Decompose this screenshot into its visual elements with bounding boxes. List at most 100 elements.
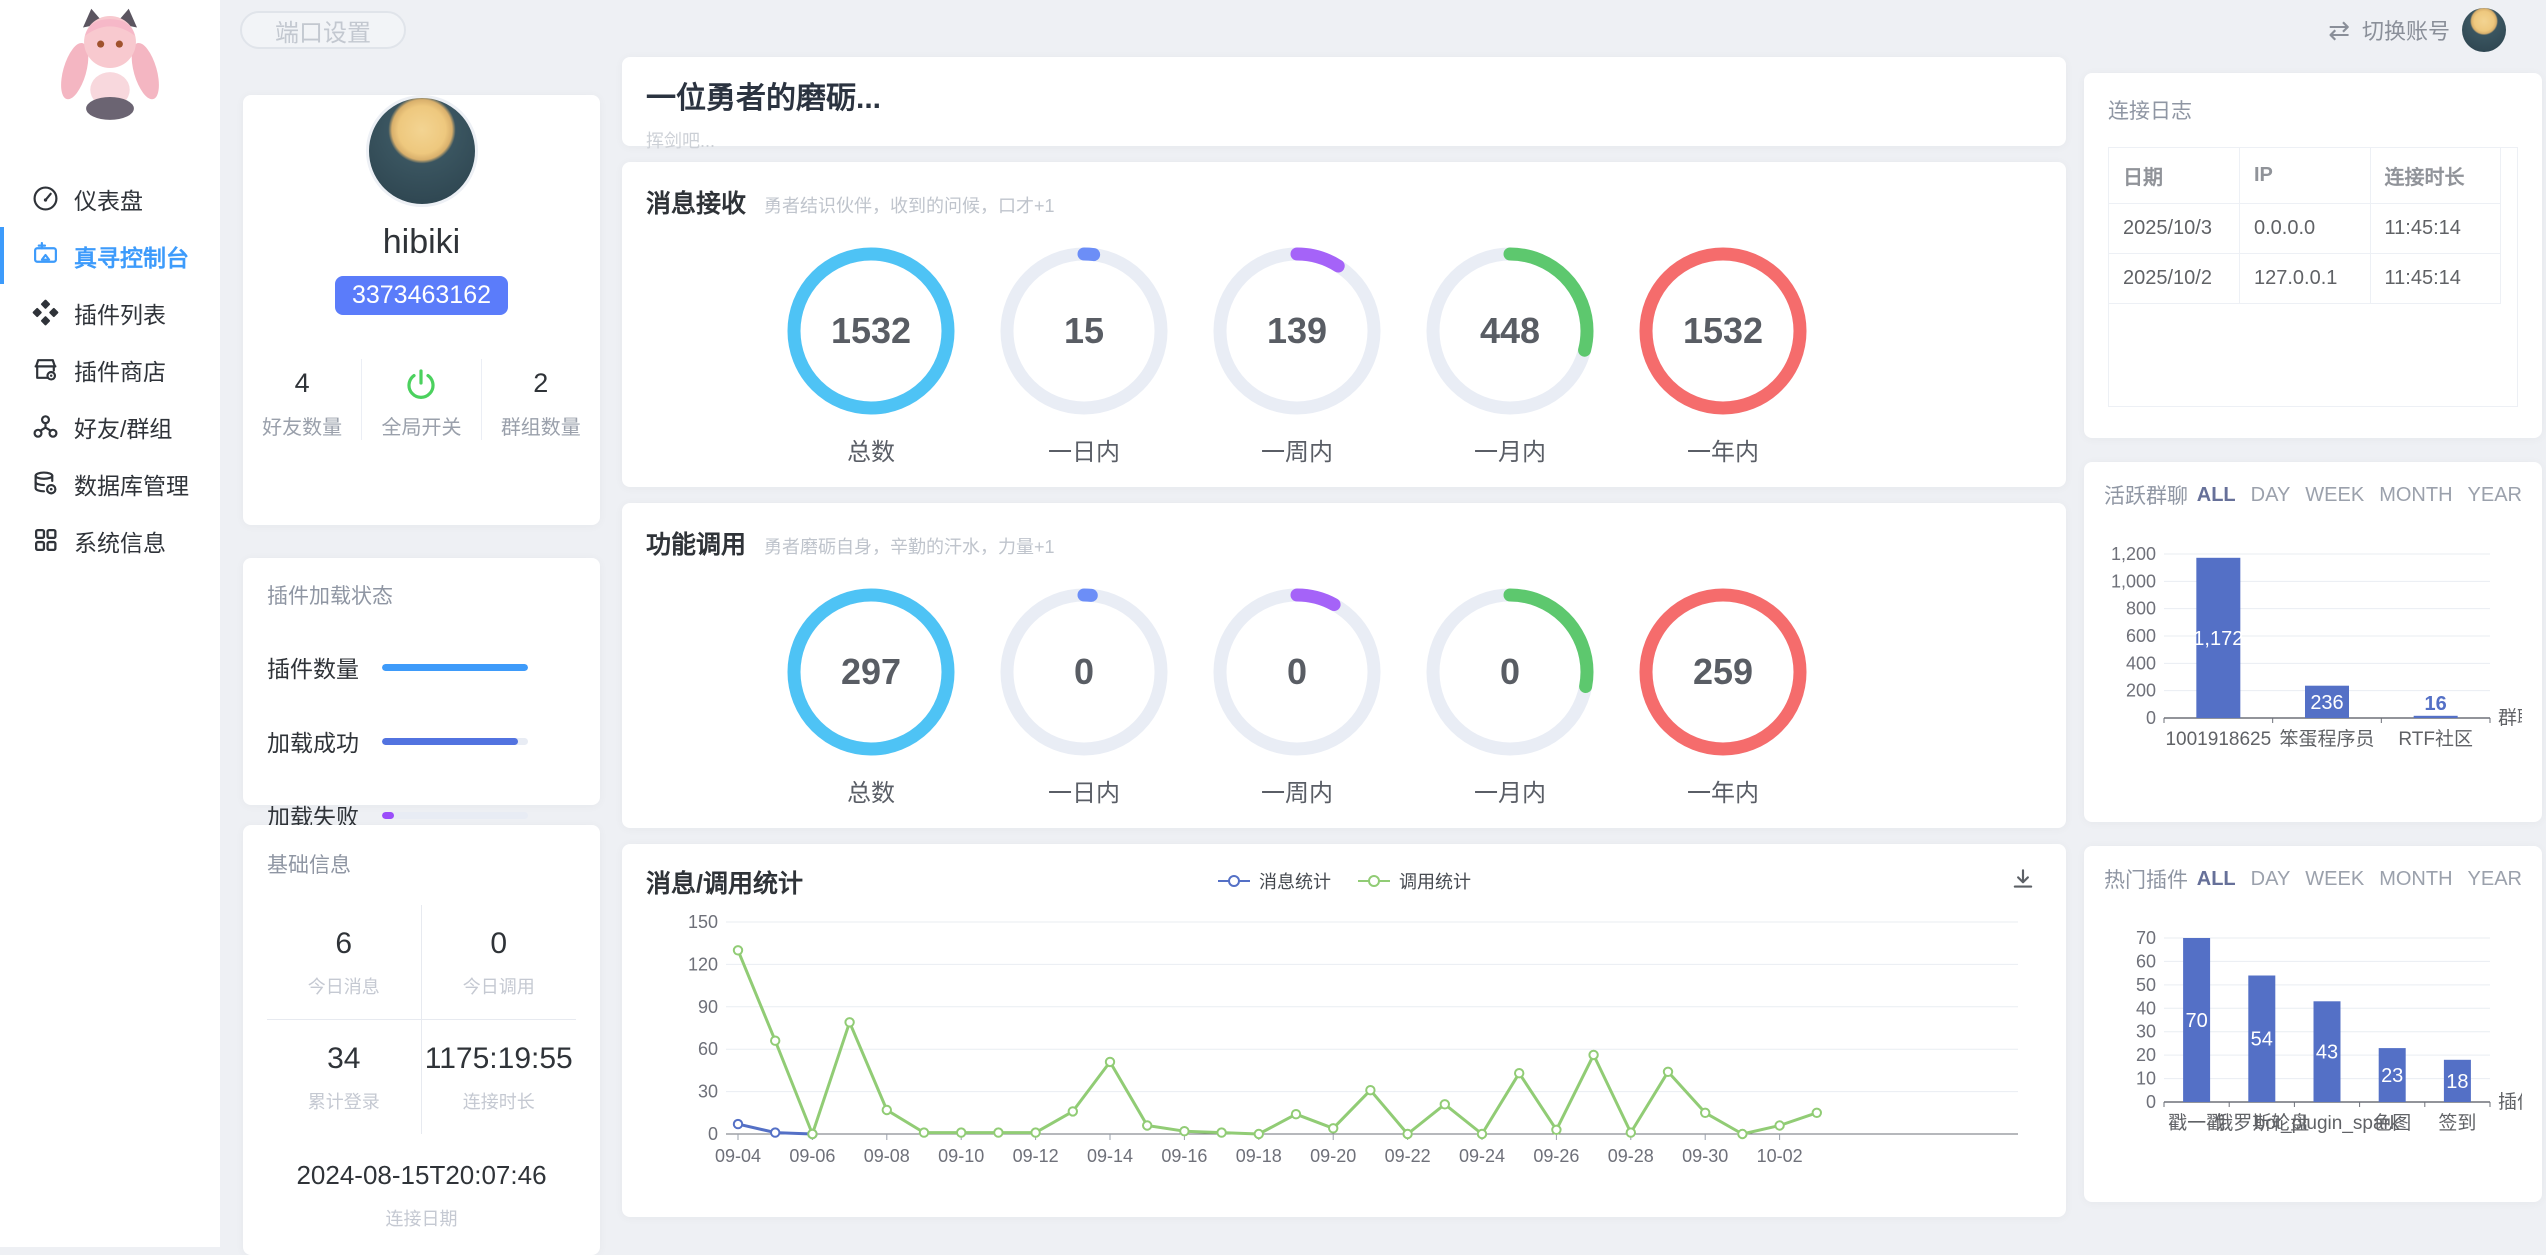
svg-text:0: 0 xyxy=(2146,708,2156,728)
sidebar-item-label: 数据库管理 xyxy=(74,467,189,501)
range-tab-week[interactable]: WEEK xyxy=(2305,484,2364,507)
profile-stat: 4 好友数量 xyxy=(243,359,361,440)
svg-text:50: 50 xyxy=(2136,975,2156,995)
connection-log-title: 连接日志 xyxy=(2108,95,2518,125)
basic-info-title: 基础信息 xyxy=(267,849,576,879)
svg-text:120: 120 xyxy=(688,954,718,974)
log-table-row: 2025/10/2127.0.0.111:45:14 xyxy=(2109,254,2501,304)
circle-value: 139 xyxy=(1212,246,1382,416)
legend-item[interactable]: 消息统计 xyxy=(1217,868,1331,894)
page-header-card: 一位勇者的磨砺... 挥剑吧... xyxy=(622,57,2066,146)
stat-value: 4 xyxy=(243,363,361,403)
sidebar-item-label: 好友/群组 xyxy=(74,410,172,444)
svg-text:09-10: 09-10 xyxy=(938,1146,984,1166)
progress-track xyxy=(382,738,528,745)
svg-text:70: 70 xyxy=(2136,928,2156,948)
svg-text:30: 30 xyxy=(698,1082,718,1102)
line-chart-plot: 030609012015009-0409-0609-0809-1009-1209… xyxy=(646,904,2042,1209)
power-icon[interactable] xyxy=(362,363,480,403)
range-tab-year[interactable]: YEAR xyxy=(2468,868,2522,891)
profile-avatar[interactable] xyxy=(366,95,478,207)
progress-circle: 1532一年内 xyxy=(1633,246,1813,467)
sidebar-item-label: 真寻控制台 xyxy=(74,239,189,273)
progress-fill xyxy=(382,812,394,819)
log-table-row: 2025/10/30.0.0.011:45:14 xyxy=(2109,204,2501,254)
svg-text:09-14: 09-14 xyxy=(1087,1146,1133,1166)
svg-text:0: 0 xyxy=(708,1124,718,1144)
range-tab-day[interactable]: DAY xyxy=(2251,868,2291,891)
range-tab-all[interactable]: ALL xyxy=(2197,484,2236,507)
sidebar-item-插件商店[interactable]: 插件商店 xyxy=(0,341,220,398)
svg-text:09-04: 09-04 xyxy=(715,1146,761,1166)
range-tab-week[interactable]: WEEK xyxy=(2305,868,2364,891)
active-groups-plot: 02004006008001,0001,2001,172100191862523… xyxy=(2104,510,2522,787)
svg-text:1001918625: 1001918625 xyxy=(2165,729,2271,750)
svg-text:1,000: 1,000 xyxy=(2111,571,2156,591)
friends-icon xyxy=(32,413,59,440)
svg-text:群聊: 群聊 xyxy=(2498,707,2522,729)
log-cell: 11:45:14 xyxy=(2370,254,2501,304)
plugin-row-label: 加载成功 xyxy=(267,724,359,758)
sidebar-item-系统信息[interactable]: 系统信息 xyxy=(0,512,220,569)
log-cell: 127.0.0.1 xyxy=(2240,254,2371,304)
range-tab-year[interactable]: YEAR xyxy=(2468,484,2522,507)
stat-label: 好友数量 xyxy=(243,411,361,440)
svg-text:签到: 签到 xyxy=(2438,1112,2476,1134)
download-icon[interactable] xyxy=(2010,866,2036,897)
svg-text:16: 16 xyxy=(2425,693,2447,715)
basic-info-value: 34 xyxy=(267,1042,421,1076)
circle-label: 一年内 xyxy=(1633,773,1813,808)
sidebar-item-仪表盘[interactable]: 仪表盘 xyxy=(0,170,220,227)
log-cell: 2025/10/3 xyxy=(2109,204,2240,254)
svg-text:60: 60 xyxy=(2136,951,2156,971)
progress-circle: 297总数 xyxy=(781,587,961,808)
circle-label: 一日内 xyxy=(994,773,1174,808)
progress-circle: 139 一周内 xyxy=(1207,246,1387,467)
message-received-card: 消息接收 勇者结识伙伴，收到的问候，口才+1 1532总数15一日内139一周内… xyxy=(622,162,2066,487)
switch-account[interactable]: ⇄ 切换账号 xyxy=(2328,8,2506,52)
svg-text:23: 23 xyxy=(2381,1065,2403,1087)
connect-date-label: 连接日期 xyxy=(267,1205,576,1231)
svg-text:09-16: 09-16 xyxy=(1161,1146,1207,1166)
circle-value: 1532 xyxy=(786,246,956,416)
circle-label: 一月内 xyxy=(1420,773,1600,808)
progress-circle: 1532总数 xyxy=(781,246,961,467)
svg-text:09-28: 09-28 xyxy=(1608,1146,1654,1166)
sidebar-item-label: 插件列表 xyxy=(74,296,166,330)
sidebar-item-数据库管理[interactable]: 数据库管理 xyxy=(0,455,220,512)
page-subtitle: 挥剑吧... xyxy=(646,127,2042,153)
function-calls-subtitle: 勇者磨砺自身，辛勤的汗水，力量+1 xyxy=(764,533,1055,559)
stat-label: 全局开关 xyxy=(362,411,480,440)
circle-label: 一日内 xyxy=(994,432,1174,467)
sidebar-item-插件列表[interactable]: 插件列表 xyxy=(0,284,220,341)
port-settings-button[interactable]: 端口设置 xyxy=(240,11,406,49)
global-switch[interactable]: 全局开关 xyxy=(361,359,480,440)
svg-text:09-18: 09-18 xyxy=(1236,1146,1282,1166)
svg-text:200: 200 xyxy=(2126,681,2156,701)
basic-info-cell: 34累计登录 xyxy=(267,1020,422,1134)
circle-value: 0 xyxy=(1212,587,1382,757)
svg-text:色图: 色图 xyxy=(2373,1112,2411,1134)
progress-track xyxy=(382,812,528,819)
legend-item[interactable]: 调用统计 xyxy=(1357,868,1471,894)
circle-label: 一月内 xyxy=(1420,432,1600,467)
range-tab-month[interactable]: MONTH xyxy=(2379,484,2452,507)
circle-label: 一周内 xyxy=(1207,432,1387,467)
svg-text:09-30: 09-30 xyxy=(1682,1146,1728,1166)
svg-text:10: 10 xyxy=(2136,1069,2156,1089)
svg-text:0: 0 xyxy=(2146,1092,2156,1112)
message-circles: 1532总数15一日内139一周内448一月内1532一年内 xyxy=(781,246,1813,467)
switch-arrows-icon: ⇄ xyxy=(2328,15,2350,46)
port-settings-label: 端口设置 xyxy=(275,13,371,48)
svg-text:09-12: 09-12 xyxy=(1013,1146,1059,1166)
range-tab-all[interactable]: ALL xyxy=(2197,868,2236,891)
svg-text:RTF社区: RTF社区 xyxy=(2398,728,2473,750)
range-tab-month[interactable]: MONTH xyxy=(2379,868,2452,891)
sidebar-item-好友/群组[interactable]: 好友/群组 xyxy=(0,398,220,455)
svg-text:150: 150 xyxy=(688,912,718,932)
plugin-status-rows: 插件数量加载成功加载失败 xyxy=(267,650,576,832)
account-avatar[interactable] xyxy=(2462,8,2506,52)
sidebar-item-真寻控制台[interactable]: 真寻控制台 xyxy=(0,227,220,284)
message-received-subtitle: 勇者结识伙伴，收到的问候，口才+1 xyxy=(764,192,1055,218)
range-tab-day[interactable]: DAY xyxy=(2251,484,2291,507)
